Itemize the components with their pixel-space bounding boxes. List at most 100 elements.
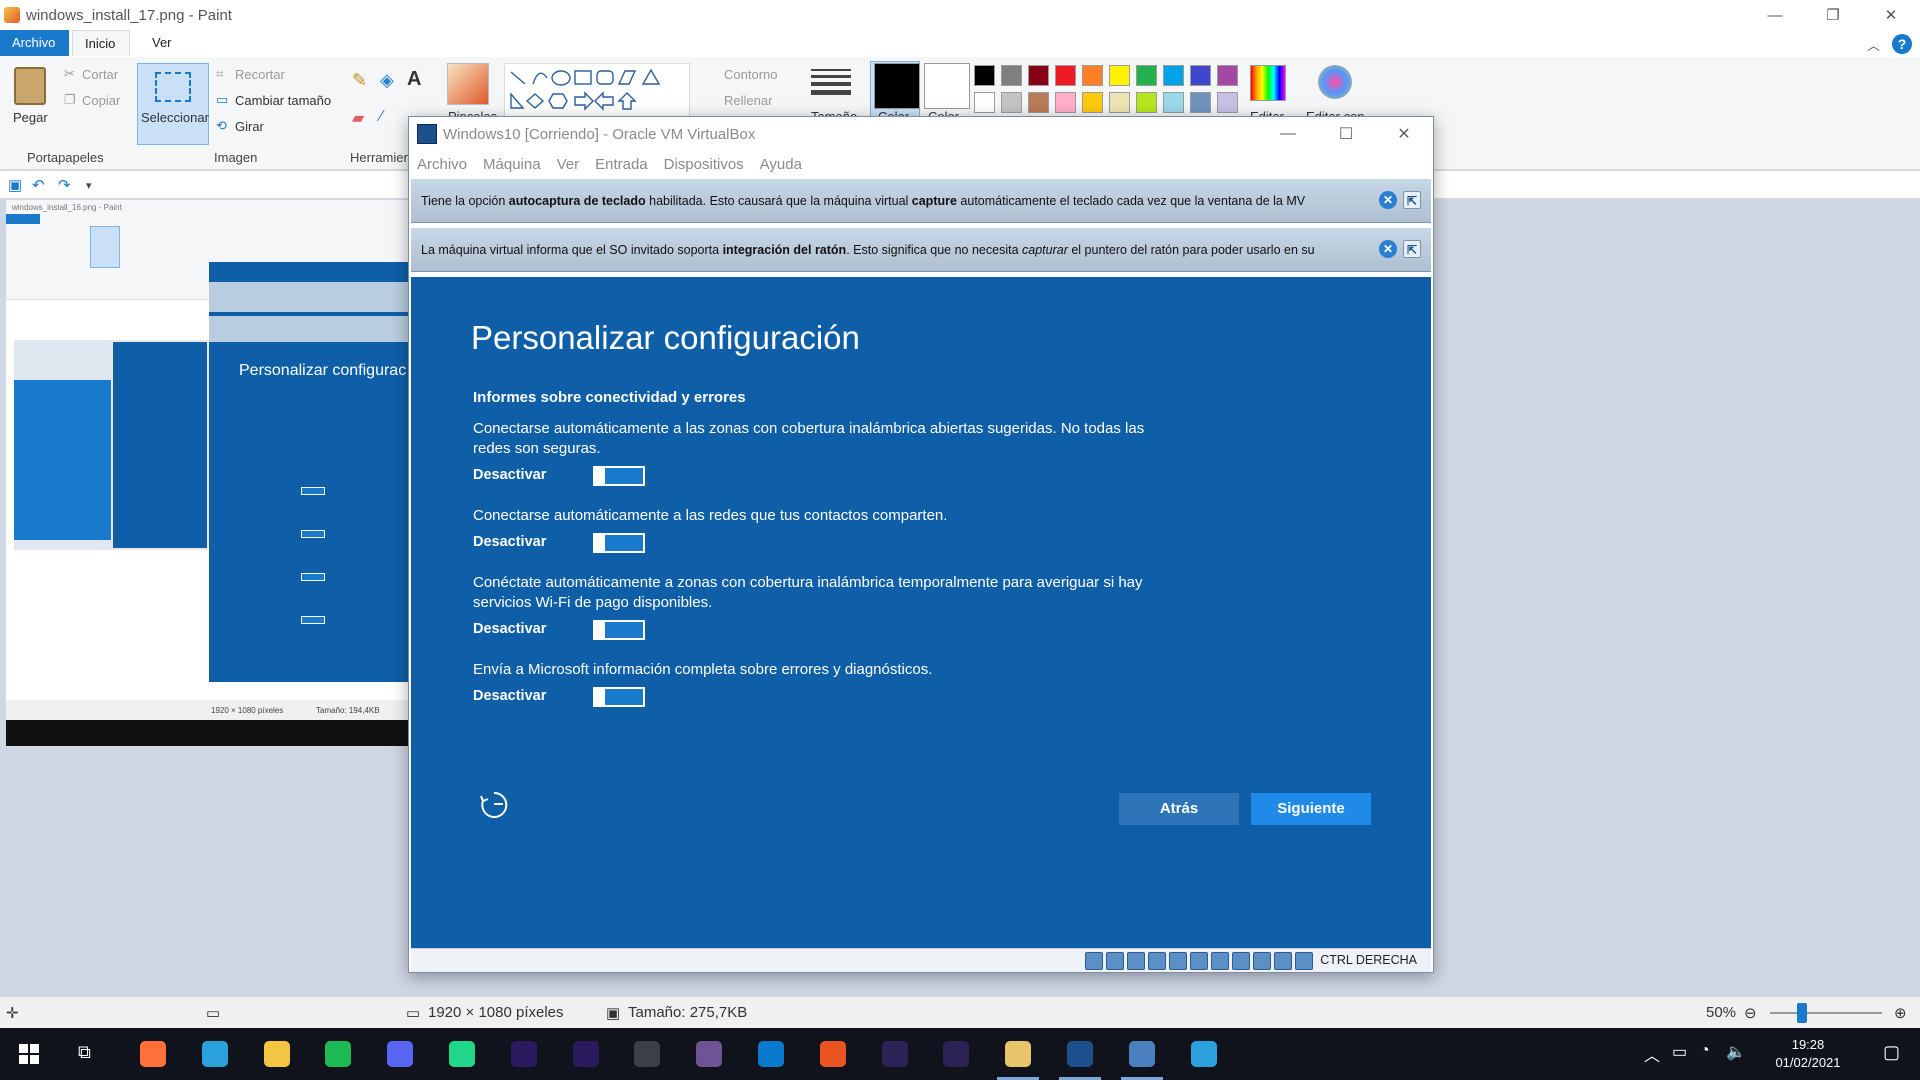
media-icon[interactable] — [634, 1041, 661, 1067]
discord-icon[interactable] — [387, 1041, 414, 1067]
virtualization-icon[interactable] — [1253, 952, 1271, 970]
back-button[interactable]: Atrás — [1119, 793, 1239, 825]
vscode-icon[interactable] — [758, 1041, 784, 1067]
rotate-button[interactable]: Girar — [235, 119, 264, 134]
help-icon[interactable]: ? — [1892, 34, 1912, 54]
tab-ver[interactable]: Ver — [140, 30, 188, 56]
notice2-close-icon[interactable]: ✕ — [1379, 240, 1397, 258]
eclipse-icon[interactable] — [881, 1041, 908, 1067]
edit-colors-icon[interactable] — [1250, 65, 1286, 101]
restore-button[interactable]: ❐ — [1804, 0, 1862, 30]
palette-swatch[interactable] — [1109, 92, 1130, 113]
vbox-maximize-button[interactable]: ☐ — [1317, 117, 1375, 151]
palette-swatch[interactable] — [1055, 92, 1076, 113]
palette-swatch[interactable] — [1163, 92, 1184, 113]
eraser-icon[interactable]: ▰ — [352, 108, 364, 128]
ubuntu-icon[interactable] — [819, 1041, 846, 1067]
menu-entrada[interactable]: Entrada — [595, 156, 648, 173]
palette-swatch[interactable] — [1028, 92, 1049, 113]
mouse-integration-icon[interactable] — [1274, 952, 1292, 970]
palette-swatch[interactable] — [974, 65, 995, 86]
shapes-gallery[interactable] — [504, 63, 690, 117]
show-hidden-icons-icon[interactable]: ︿ — [1644, 1042, 1660, 1066]
palette-swatch[interactable] — [1001, 65, 1022, 86]
color-picker-icon[interactable]: ⁄ — [380, 108, 383, 126]
text-tool-icon[interactable]: A — [407, 68, 421, 91]
notifications-icon[interactable]: ▢ — [1883, 1042, 1900, 1063]
vm-display[interactable]: Personalizar configuración Informes sobr… — [411, 277, 1431, 948]
menu-dispositivos[interactable]: Dispositivos — [664, 156, 744, 173]
task-view-icon[interactable]: ⧉ — [78, 1042, 91, 1063]
zoom-slider-thumb[interactable] — [1797, 1003, 1807, 1023]
menu-maquina[interactable]: Máquina — [483, 156, 541, 173]
display-icon[interactable] — [1211, 952, 1229, 970]
paste-icon[interactable] — [14, 67, 46, 105]
palette-swatch[interactable] — [1028, 65, 1049, 86]
close-button[interactable]: ✕ — [1862, 0, 1920, 30]
palette-swatch[interactable] — [1082, 65, 1103, 86]
spotify-icon[interactable] — [325, 1041, 352, 1067]
color2-swatch[interactable] — [924, 63, 970, 109]
collapse-ribbon-icon[interactable]: ︿ — [1867, 35, 1880, 54]
battery-icon[interactable]: ▭ — [1672, 1042, 1687, 1062]
menu-archivo[interactable]: Archivo — [417, 156, 467, 173]
file-explorer-icon[interactable] — [263, 1041, 290, 1067]
telegram-2-icon[interactable] — [1190, 1041, 1217, 1067]
accessibility-icon[interactable] — [479, 790, 509, 820]
option-2-toggle[interactable] — [593, 533, 645, 553]
windows10-vm-icon[interactable] — [1120, 1041, 1163, 1080]
recording-icon[interactable] — [1232, 952, 1250, 970]
palette-swatch[interactable] — [1217, 92, 1238, 113]
palette-swatch[interactable] — [1163, 65, 1184, 86]
shared-folders-icon[interactable] — [1190, 952, 1208, 970]
next-button[interactable]: Siguiente — [1251, 793, 1371, 825]
redo-icon[interactable]: ↷ — [58, 176, 71, 194]
cut-button[interactable]: Cortar — [82, 67, 118, 82]
palette-swatch[interactable] — [1055, 65, 1076, 86]
copy-button[interactable]: Copiar — [82, 93, 120, 108]
hdd-icon[interactable] — [1085, 952, 1103, 970]
zoom-out-icon[interactable]: ⊖ — [1744, 1004, 1757, 1022]
virtualbox-icon[interactable] — [1059, 1041, 1101, 1080]
pencil-icon[interactable]: ✎ — [352, 70, 367, 91]
eclipse-2-icon[interactable] — [943, 1041, 970, 1067]
network-icon[interactable] — [1148, 952, 1166, 970]
github-icon[interactable] — [696, 1041, 723, 1067]
start-button[interactable] — [19, 1044, 39, 1064]
option-1-toggle[interactable] — [593, 466, 645, 486]
option-4-toggle[interactable] — [593, 687, 645, 707]
save-icon[interactable]: ▣ — [8, 176, 22, 194]
brushes-icon[interactable] — [447, 63, 489, 105]
select-button[interactable]: Seleccionar — [137, 63, 209, 145]
fill-bucket-icon[interactable]: ◈ — [380, 70, 394, 91]
optical-drive-icon[interactable] — [1106, 952, 1124, 970]
zoom-in-icon[interactable]: ⊕ — [1894, 1004, 1907, 1022]
wifi-icon[interactable]: ◔ — [1700, 1042, 1710, 1060]
notice2-mute-icon[interactable]: ⇱ — [1403, 240, 1421, 258]
palette-swatch[interactable] — [1190, 92, 1211, 113]
palette-swatch[interactable] — [1217, 65, 1238, 86]
crop-button[interactable]: Recortar — [235, 67, 285, 82]
audio-icon[interactable] — [1127, 952, 1145, 970]
qat-dropdown-icon[interactable]: ▾ — [86, 179, 92, 192]
palette-swatch[interactable] — [1109, 65, 1130, 86]
resize-button[interactable]: Cambiar tamaño — [235, 93, 331, 108]
vbox-minimize-button[interactable]: — — [1259, 117, 1317, 151]
paste-button[interactable]: Pegar — [13, 110, 48, 125]
after-effects-icon[interactable] — [510, 1041, 537, 1067]
palette-swatch[interactable] — [1136, 65, 1157, 86]
fill-button[interactable]: Rellenar — [724, 93, 772, 108]
minimize-button[interactable]: — — [1746, 0, 1804, 30]
outline-button[interactable]: Contorno — [724, 67, 777, 82]
option-3-toggle[interactable] — [593, 620, 645, 640]
telegram-icon[interactable] — [201, 1041, 228, 1067]
paint-icon[interactable] — [997, 1041, 1040, 1080]
pycharm-icon[interactable] — [449, 1041, 475, 1067]
premiere-icon[interactable] — [572, 1041, 599, 1067]
zoom-slider-track[interactable] — [1770, 1012, 1882, 1014]
notice1-mute-icon[interactable]: ⇱ — [1403, 191, 1421, 209]
keyboard-capture-icon[interactable] — [1295, 952, 1313, 970]
menu-ver[interactable]: Ver — [557, 156, 580, 173]
usb-icon[interactable] — [1169, 952, 1187, 970]
vbox-close-button[interactable]: ✕ — [1375, 117, 1433, 151]
